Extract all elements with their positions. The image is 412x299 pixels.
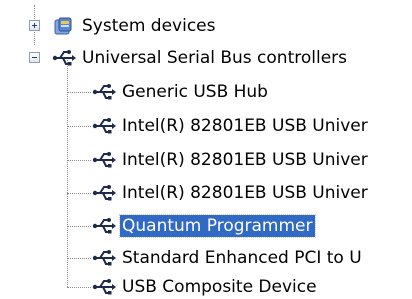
tree-line-h [67,287,91,288]
tree-node-standard-enhanced-pci[interactable]: Standard Enhanced PCI to U [92,246,364,270]
collapse-toggle-usb-controllers[interactable] [29,52,40,63]
tree-node-usb-composite-device[interactable]: USB Composite Device [92,275,319,299]
usb-icon [92,84,116,100]
tree-node-label: Universal Serial Bus controllers [82,48,348,68]
system-devices-icon [54,17,72,35]
usb-icon [92,185,116,201]
usb-icon [92,118,116,134]
usb-icon [92,218,116,234]
tree-line-h [67,126,91,127]
tree-node-label: Intel(R) 82801EB USB Univer [122,150,368,170]
tree-node-intel-usb-3[interactable]: Intel(R) 82801EB USB Univer [92,181,370,205]
tree-line-children [67,60,68,287]
plus-icon-vertical [34,23,35,28]
tree-node-quantum-programmer[interactable]: Quantum Programmer [92,214,316,238]
minus-icon [32,57,37,58]
tree-node-generic-usb-hub[interactable]: Generic USB Hub [92,80,270,104]
tree-line-h [67,226,91,227]
usb-icon [92,250,116,266]
tree-node-label: Intel(R) 82801EB USB Univer [122,116,368,136]
tree-line-h [67,193,91,194]
usb-icon [92,152,116,168]
tree-node-label: Intel(R) 82801EB USB Univer [122,183,368,203]
expand-toggle-system-devices[interactable] [29,20,40,31]
tree-line-h [67,258,91,259]
usb-icon [52,50,76,66]
tree-line-h [67,160,91,161]
tree-line-h [67,92,91,93]
device-tree[interactable]: System devices Universal Serial Bus cont… [0,0,412,299]
tree-node-usb-controllers[interactable]: Universal Serial Bus controllers [52,46,349,70]
tree-node-system-devices[interactable]: System devices [52,14,218,38]
tree-node-label: Generic USB Hub [122,82,268,102]
tree-node-label: USB Composite Device [122,277,317,297]
tree-node-intel-usb-1[interactable]: Intel(R) 82801EB USB Univer [92,114,370,138]
tree-node-label: Standard Enhanced PCI to U [122,248,362,268]
tree-node-label: System devices [82,16,216,36]
usb-icon [92,279,116,295]
tree-node-label-selected: Quantum Programmer [119,214,316,238]
tree-node-intel-usb-2[interactable]: Intel(R) 82801EB USB Univer [92,148,370,172]
